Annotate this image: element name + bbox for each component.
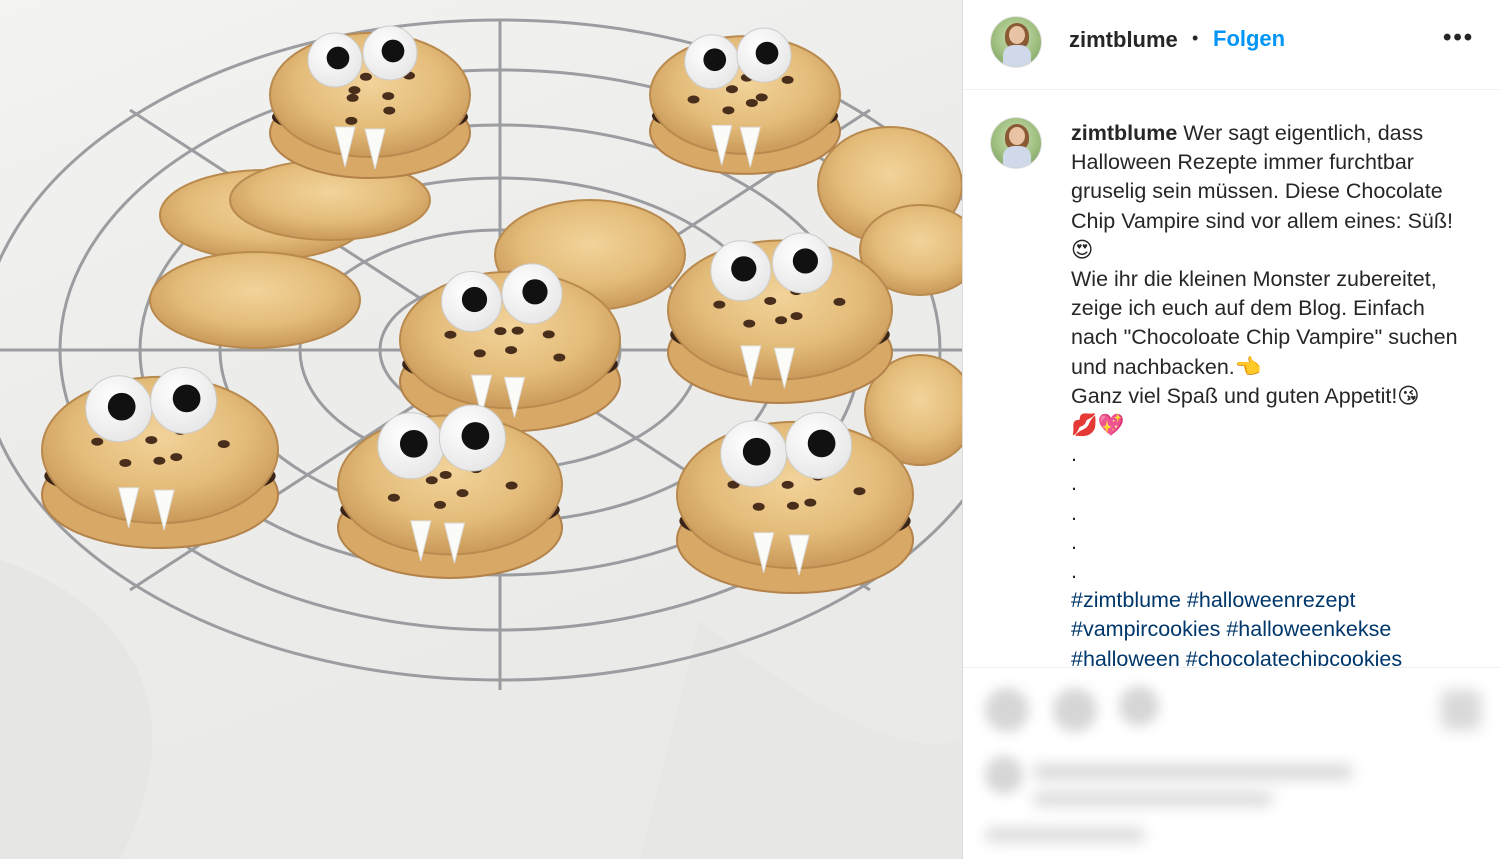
header-separator: • [1192,28,1199,48]
blurred-actions-area [963,667,1500,859]
share-icon-blurred [1119,686,1159,726]
profile-avatar[interactable] [990,16,1042,68]
more-options-icon[interactable]: ••• [1443,24,1474,52]
post-sidebar: zimtblume • Folgen ••• zimtblume Wer sag… [962,0,1500,859]
bookmark-icon-blurred [1441,690,1481,730]
caption-avatar[interactable] [990,117,1042,169]
liker-avatar-blurred [985,756,1023,794]
vampire-cookie [41,366,279,549]
vampire-cookie [649,27,841,175]
likes-text-line2-blurred [1033,792,1273,806]
date-blurred [985,828,1145,842]
post-header: zimtblume • Folgen ••• [963,0,1500,90]
plain-cookie [149,251,361,349]
comment-icon-blurred [1053,688,1097,732]
caption-hashtags[interactable]: #zimtblume #halloweenrezept #vampircooki… [1071,586,1471,666]
header-username[interactable]: zimtblume [1069,27,1178,53]
caption-body: Wer sagt eigentlich, dass Halloween Reze… [1071,121,1458,584]
caption-text: zimtblume Wer sagt eigentlich, dass Hall… [1071,119,1471,666]
caption-username[interactable]: zimtblume [1071,121,1177,145]
cookie-photo-illustration [0,18,962,859]
vampire-cookie [269,25,471,179]
post-image[interactable] [0,0,962,859]
follow-button[interactable]: Folgen [1213,26,1285,52]
cookie-group [41,25,962,594]
like-icon-blurred [985,688,1029,732]
likes-text-blurred [1033,764,1353,780]
caption-section: zimtblume Wer sagt eigentlich, dass Hall… [963,91,1500,666]
vampire-cookie [667,232,893,404]
